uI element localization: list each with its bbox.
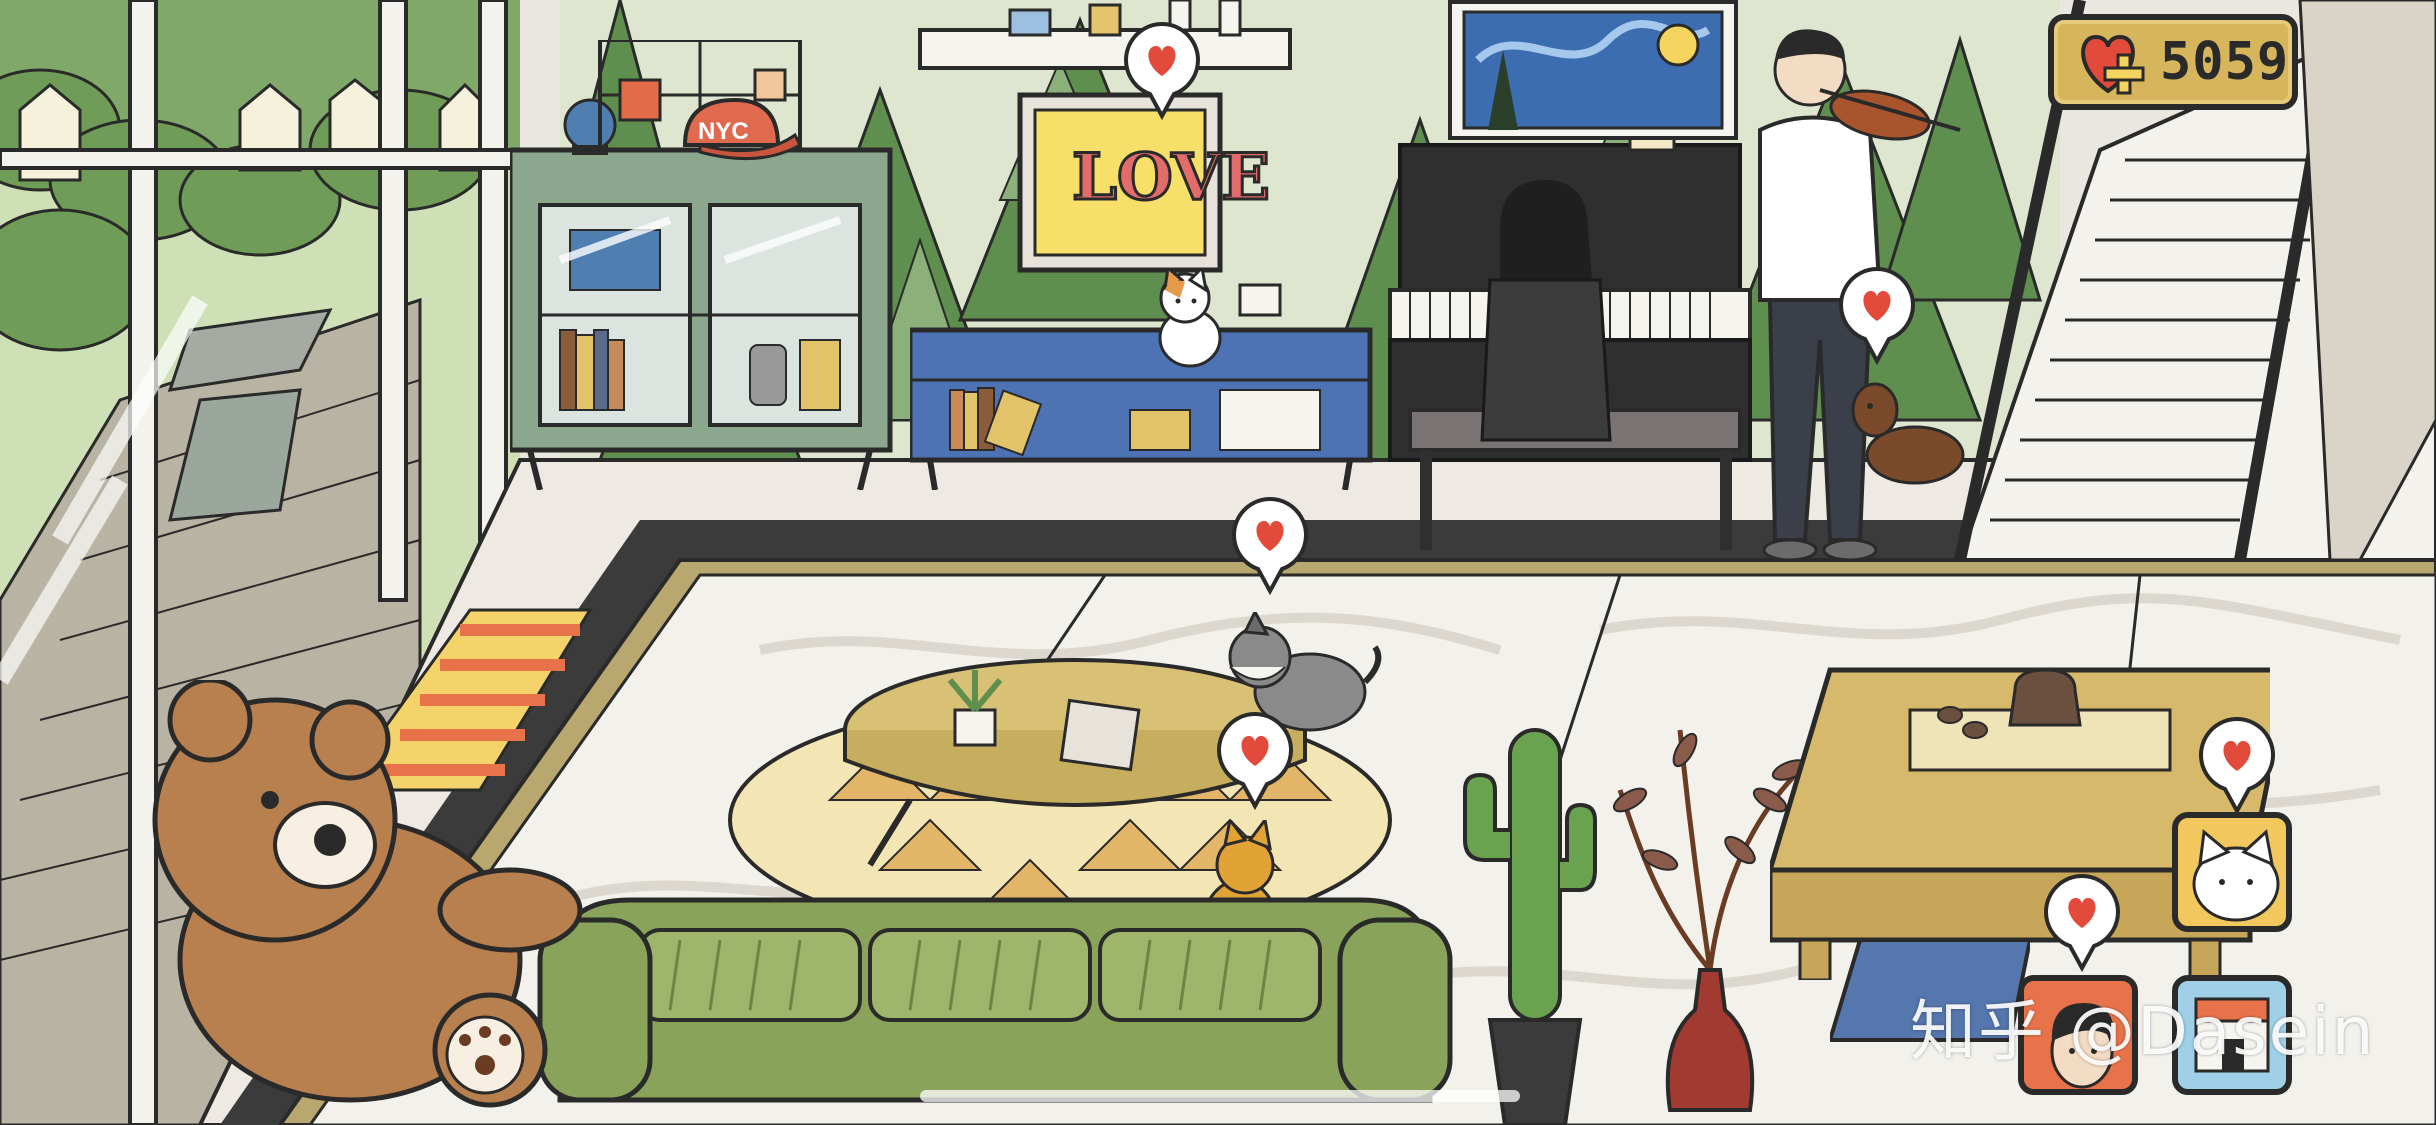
game-scene: NYC LOVE 5059 知乎 @Dasein [0, 0, 2436, 1125]
heart-bubble-icon[interactable] [1213, 710, 1297, 810]
watermark-platform: 知乎 [1910, 993, 2046, 1070]
white-cat-face-icon [2192, 829, 2280, 922]
heart-plus-icon [2072, 27, 2152, 97]
glass-cabinet[interactable] [510, 40, 900, 490]
heart-bubble-icon[interactable] [1228, 495, 1312, 595]
hearts-counter[interactable]: 5059 [2048, 14, 2298, 110]
heart-bubble-icon[interactable] [2040, 872, 2124, 972]
brown-dog[interactable] [1840, 370, 1970, 500]
tv-love-text: LOVE [1070, 139, 1271, 217]
home-indicator[interactable] [920, 1090, 1520, 1102]
teddy-bear[interactable] [130, 680, 610, 1125]
heart-bubble-icon[interactable] [2195, 715, 2279, 815]
green-sofa[interactable] [520, 860, 1470, 1125]
cactus-plant[interactable] [1455, 720, 1605, 1125]
cap-label: NYC [698, 118, 749, 145]
calico-cat[interactable] [1140, 268, 1240, 368]
hearts-count: 5059 [2160, 32, 2290, 92]
watermark-handle: @Dasein [2068, 993, 2376, 1070]
heart-bubble-icon[interactable] [1835, 265, 1919, 365]
watermark: 知乎 @Dasein [1910, 978, 2375, 1074]
friend-cat-button[interactable] [2172, 812, 2292, 932]
heart-bubble-icon[interactable] [1120, 20, 1204, 120]
violinist[interactable] [1680, 20, 1980, 590]
